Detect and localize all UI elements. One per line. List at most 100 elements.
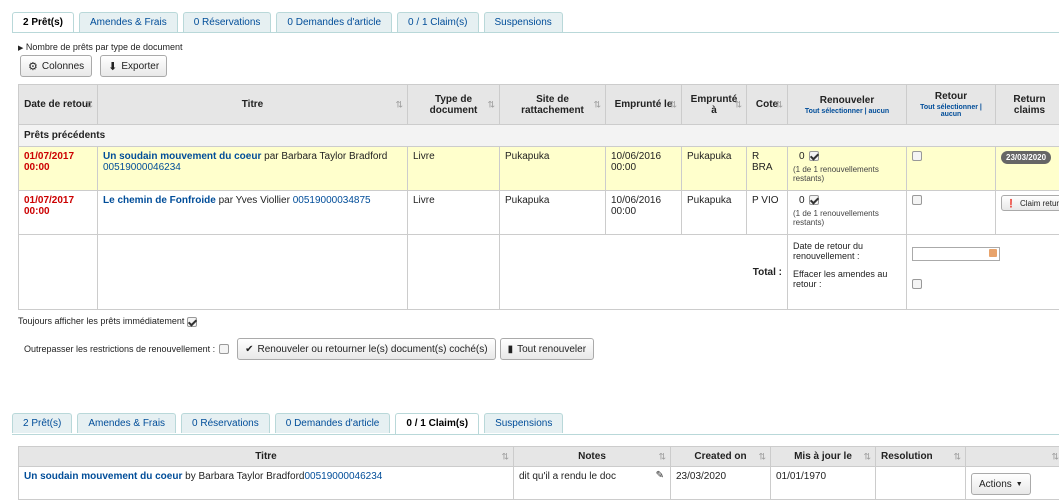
author: par Yves Viollier bbox=[218, 195, 290, 206]
tab-restrictions[interactable]: Suspensions bbox=[483, 12, 563, 32]
group-previous-checkouts: Prêts précédents bbox=[18, 124, 1059, 147]
col-home-library[interactable]: Site de rattachement bbox=[499, 84, 606, 125]
renew-cell: 0 (1 de 1 renouvellements restants) bbox=[787, 146, 907, 191]
forgive-fines-label: Effacer les amendes au retour : bbox=[793, 269, 888, 289]
renew-option-inputs bbox=[906, 234, 1059, 310]
claim-cell: ❗ Claim returned bbox=[995, 190, 1059, 235]
col-checkout-date[interactable]: Emprunté le bbox=[605, 84, 682, 125]
always-show-checkbox[interactable] bbox=[186, 316, 197, 327]
checkin-cell bbox=[906, 146, 996, 191]
home-library: Pukapuka bbox=[499, 190, 606, 235]
claim-updated: 01/01/1970 bbox=[770, 466, 876, 500]
actions-dropdown-button[interactable]: Actions ▼ bbox=[971, 473, 1031, 495]
renew-date-input[interactable] bbox=[912, 247, 1000, 261]
override-checkbox[interactable] bbox=[219, 344, 230, 354]
col-renew: Renouveler Tout sélectionner | aucun bbox=[787, 84, 907, 125]
title-cell: Un soudain mouvement du coeur par Barbar… bbox=[97, 146, 408, 191]
renew-options: Date de retour du renouvellement : Effac… bbox=[787, 234, 907, 310]
calendar-icon[interactable] bbox=[989, 249, 997, 257]
barcode-link[interactable]: 00519000046234 bbox=[103, 162, 181, 173]
callnumber: P VIO bbox=[746, 190, 788, 235]
tab-claims[interactable]: 0 / 1 Claim(s) bbox=[397, 12, 479, 32]
tab-holds[interactable]: 0 Réservations bbox=[182, 12, 272, 32]
check-icon: ✔ bbox=[245, 343, 254, 355]
claim-returned-label: Claim returned bbox=[1019, 198, 1059, 208]
renew-checkbox[interactable] bbox=[808, 151, 819, 162]
tab-holds[interactable]: 0 Réservations bbox=[181, 413, 270, 433]
col-checked-out-from[interactable]: Emprunté à bbox=[681, 84, 747, 125]
claim-date-badge: 23/03/2020 bbox=[1001, 151, 1052, 164]
always-show-row: Toujours afficher les prêts immédiatemen… bbox=[18, 316, 197, 327]
claim-barcode-link[interactable]: 00519000046234 bbox=[304, 471, 382, 482]
col-claim-resolution[interactable]: Resolution bbox=[875, 446, 966, 467]
export-button[interactable]: ⬇ Exporter bbox=[100, 55, 168, 77]
title-cell: Le chemin de Fonfroide par Yves Viollier… bbox=[97, 190, 408, 235]
forgive-fines-checkbox[interactable] bbox=[912, 279, 922, 290]
checkin-cell bbox=[906, 190, 996, 235]
caret-right-icon: ▶ bbox=[18, 45, 24, 52]
claim-author: by Barbara Taylor Bradford bbox=[185, 471, 305, 482]
tab-claims[interactable]: 0 / 1 Claim(s) bbox=[395, 413, 480, 434]
claims-table: Titre Notes Created on Mis à jour le Res… bbox=[18, 446, 1059, 500]
col-claim-title[interactable]: Titre bbox=[18, 446, 514, 467]
col-return-claims: Return claims bbox=[995, 84, 1059, 125]
col-claim-created[interactable]: Created on bbox=[670, 446, 771, 467]
tab-article-requests[interactable]: 0 Demandes d'article bbox=[274, 413, 391, 433]
claim-returned-button[interactable]: ❗ Claim returned bbox=[1001, 195, 1059, 211]
col-claim-notes[interactable]: Notes bbox=[513, 446, 671, 467]
renew-all-button[interactable]: ▮ Tout renouveler bbox=[499, 338, 595, 360]
checkout-tabs: 2 Prêt(s) Amendes & Frais 0 Réservations… bbox=[12, 12, 568, 33]
renew-count: 0 bbox=[799, 151, 805, 162]
checkouts-table: Date de retour Titre Type de document Si… bbox=[18, 84, 1059, 310]
col-itemtype[interactable]: Type de document bbox=[407, 84, 500, 125]
title-link[interactable]: Le chemin de Fonfroide bbox=[103, 195, 216, 206]
col-checkin: Retour Tout sélectionner | aucun bbox=[906, 84, 996, 125]
col-claim-updated[interactable]: Mis à jour le bbox=[770, 446, 876, 467]
edit-icon[interactable]: ✎ bbox=[656, 470, 664, 481]
checkin-checkbox[interactable] bbox=[912, 195, 922, 206]
renew-cell: 0 (1 de 1 renouvellements restants) bbox=[787, 190, 907, 235]
claim-resolution bbox=[875, 466, 966, 500]
total-label: Total : bbox=[499, 234, 788, 310]
author: par Barbara Taylor Bradford bbox=[264, 151, 388, 162]
tab-fines[interactable]: Amendes & Frais bbox=[79, 12, 178, 32]
caret-down-icon: ▼ bbox=[1015, 480, 1023, 488]
footer-empty bbox=[18, 234, 98, 310]
columns-button-label: Colonnes bbox=[41, 60, 85, 72]
claim-notes-cell: dit qu'il a rendu le doc ✎ bbox=[513, 466, 671, 500]
renew-checked-button[interactable]: ✔ Renouveler ou retourner le(s) document… bbox=[237, 338, 496, 360]
checkouts-by-itemtype-toggle[interactable]: ▶ Nombre de prêts par type de document bbox=[18, 42, 183, 52]
tab-article-requests[interactable]: 0 Demandes d'article bbox=[276, 12, 393, 32]
tab-fines[interactable]: Amendes & Frais bbox=[77, 413, 177, 433]
tab-restrictions[interactable]: Suspensions bbox=[484, 413, 564, 433]
col-title[interactable]: Titre bbox=[97, 84, 408, 125]
toggle-label: Nombre de prêts par type de document bbox=[25, 42, 183, 52]
renew-checkbox[interactable] bbox=[808, 195, 819, 206]
columns-button[interactable]: ⚙ Colonnes bbox=[20, 55, 93, 77]
renew-checked-label: Renouveler ou retourner le(s) document(s… bbox=[257, 343, 488, 355]
renew-select-all-link[interactable]: Tout sélectionner | aucun bbox=[793, 108, 901, 115]
claim-created: 23/03/2020 bbox=[670, 466, 771, 500]
footer-empty bbox=[407, 234, 500, 310]
renew-all-label: Tout renouveler bbox=[517, 343, 587, 355]
tab-checkouts[interactable]: 2 Prêt(s) bbox=[12, 413, 73, 433]
override-label: Outrepasser les restrictions de renouvel… bbox=[24, 344, 216, 354]
renew-count: 0 bbox=[799, 195, 805, 206]
home-library: Pukapuka bbox=[499, 146, 606, 191]
table-row: Un soudain mouvement du coeur by Barbara… bbox=[18, 466, 1059, 500]
tab-checkouts[interactable]: 2 Prêt(s) bbox=[12, 12, 75, 33]
itemtype: Livre bbox=[407, 146, 500, 191]
checkin-select-all-link[interactable]: Tout sélectionner | aucun bbox=[912, 104, 990, 118]
book-icon: ▮ bbox=[507, 343, 514, 355]
col-due-date[interactable]: Date de retour bbox=[18, 84, 98, 125]
renew-date-label: Date de retour du renouvellement : bbox=[793, 241, 864, 261]
gear-icon: ⚙ bbox=[28, 60, 38, 73]
title-link[interactable]: Un soudain mouvement du coeur bbox=[103, 151, 261, 162]
claim-title-link[interactable]: Un soudain mouvement du coeur bbox=[24, 471, 182, 482]
table-row: 01/07/2017 00:00 Un soudain mouvement du… bbox=[18, 146, 1059, 191]
checked-out-from: Pukapuka bbox=[681, 190, 747, 235]
col-callnumber[interactable]: Cote bbox=[746, 84, 788, 125]
barcode-link[interactable]: 00519000034875 bbox=[293, 195, 371, 206]
renewals-remaining: (1 de 1 renouvellements restants) bbox=[793, 165, 879, 183]
checkin-checkbox[interactable] bbox=[912, 151, 922, 162]
